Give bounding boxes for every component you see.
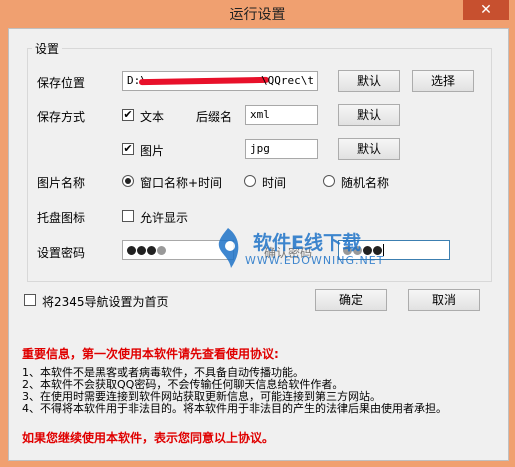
image-suffix-input[interactable]: jpg <box>245 139 318 159</box>
radio-random-name-label: 随机名称 <box>341 176 390 190</box>
watermark-url: WWW.EDOWNING.NET <box>245 254 385 267</box>
app-window: 运行设置 ✕ 设置 保存位置 D:\ \QQrec\t 默认 选择 保存方式 ✔… <box>0 0 515 467</box>
radio-random-name[interactable] <box>323 175 335 187</box>
radio-window-name-time-label: 窗口名称+时间 <box>140 176 223 190</box>
text-checkbox[interactable]: ✔ <box>122 109 134 121</box>
radio-window-name-time[interactable] <box>122 175 134 187</box>
close-button[interactable]: ✕ <box>463 0 509 20</box>
redaction-scribble <box>138 76 270 86</box>
password-dot-icon <box>157 245 166 255</box>
choose-folder-button[interactable]: 选择 <box>412 70 474 92</box>
password-dot-icon <box>137 245 146 255</box>
save-location-default-button[interactable]: 默认 <box>338 70 400 92</box>
allow-display-label: 允许显示 <box>140 211 189 225</box>
ok-button[interactable]: 确定 <box>315 289 387 311</box>
save-path-field[interactable]: D:\ \QQrec\t <box>122 71 318 91</box>
notice-footer: 如果您继续使用本软件，表示您同意以上协议。 <box>22 431 275 445</box>
radio-time-label: 时间 <box>262 176 287 190</box>
group-title: 设置 <box>32 40 63 57</box>
radio-time[interactable] <box>244 175 256 187</box>
image-name-label: 图片名称 <box>37 176 86 190</box>
cancel-button[interactable]: 取消 <box>408 289 480 311</box>
save-mode-label: 保存方式 <box>37 110 86 124</box>
notice-line: 4、不得将本软件用于非法目的。将本软件用于非法目的产生的法律后果由使用者承担。 <box>22 402 447 415</box>
watermark: 软件E线下载 WWW.EDOWNING.NET <box>197 222 407 282</box>
notice-heading: 重要信息，第一次使用本软件请先查看使用协议: <box>22 347 279 361</box>
text-checkbox-label: 文本 <box>140 110 165 124</box>
watermark-logo-icon <box>218 228 239 268</box>
suffix-label: 后缀名 <box>196 110 233 124</box>
password-label: 设置密码 <box>37 246 86 260</box>
title-bar: 运行设置 ✕ <box>0 0 515 26</box>
watermark-title: 软件E线下载 <box>253 232 361 254</box>
suffix-input[interactable]: xml <box>245 105 318 125</box>
password-dot-icon <box>127 245 136 255</box>
homepage-checkbox-label: 将2345导航设置为首页 <box>42 295 169 309</box>
client-area: 设置 保存位置 D:\ \QQrec\t 默认 选择 保存方式 ✔ 文本 后缀名… <box>8 28 509 461</box>
homepage-checkbox[interactable] <box>24 294 36 306</box>
image-checkbox-label: 图片 <box>140 144 165 158</box>
allow-display-checkbox[interactable] <box>122 210 134 222</box>
save-path-tail: \QQrec\t <box>261 74 314 87</box>
password-dot-icon <box>147 245 156 255</box>
image-checkbox[interactable]: ✔ <box>122 143 134 155</box>
tray-icon-label: 托盘图标 <box>37 211 86 225</box>
image-suffix-default-button[interactable]: 默认 <box>338 138 400 160</box>
save-location-label: 保存位置 <box>37 76 86 90</box>
window-title: 运行设置 <box>229 7 286 23</box>
suffix-default-button[interactable]: 默认 <box>338 104 400 126</box>
